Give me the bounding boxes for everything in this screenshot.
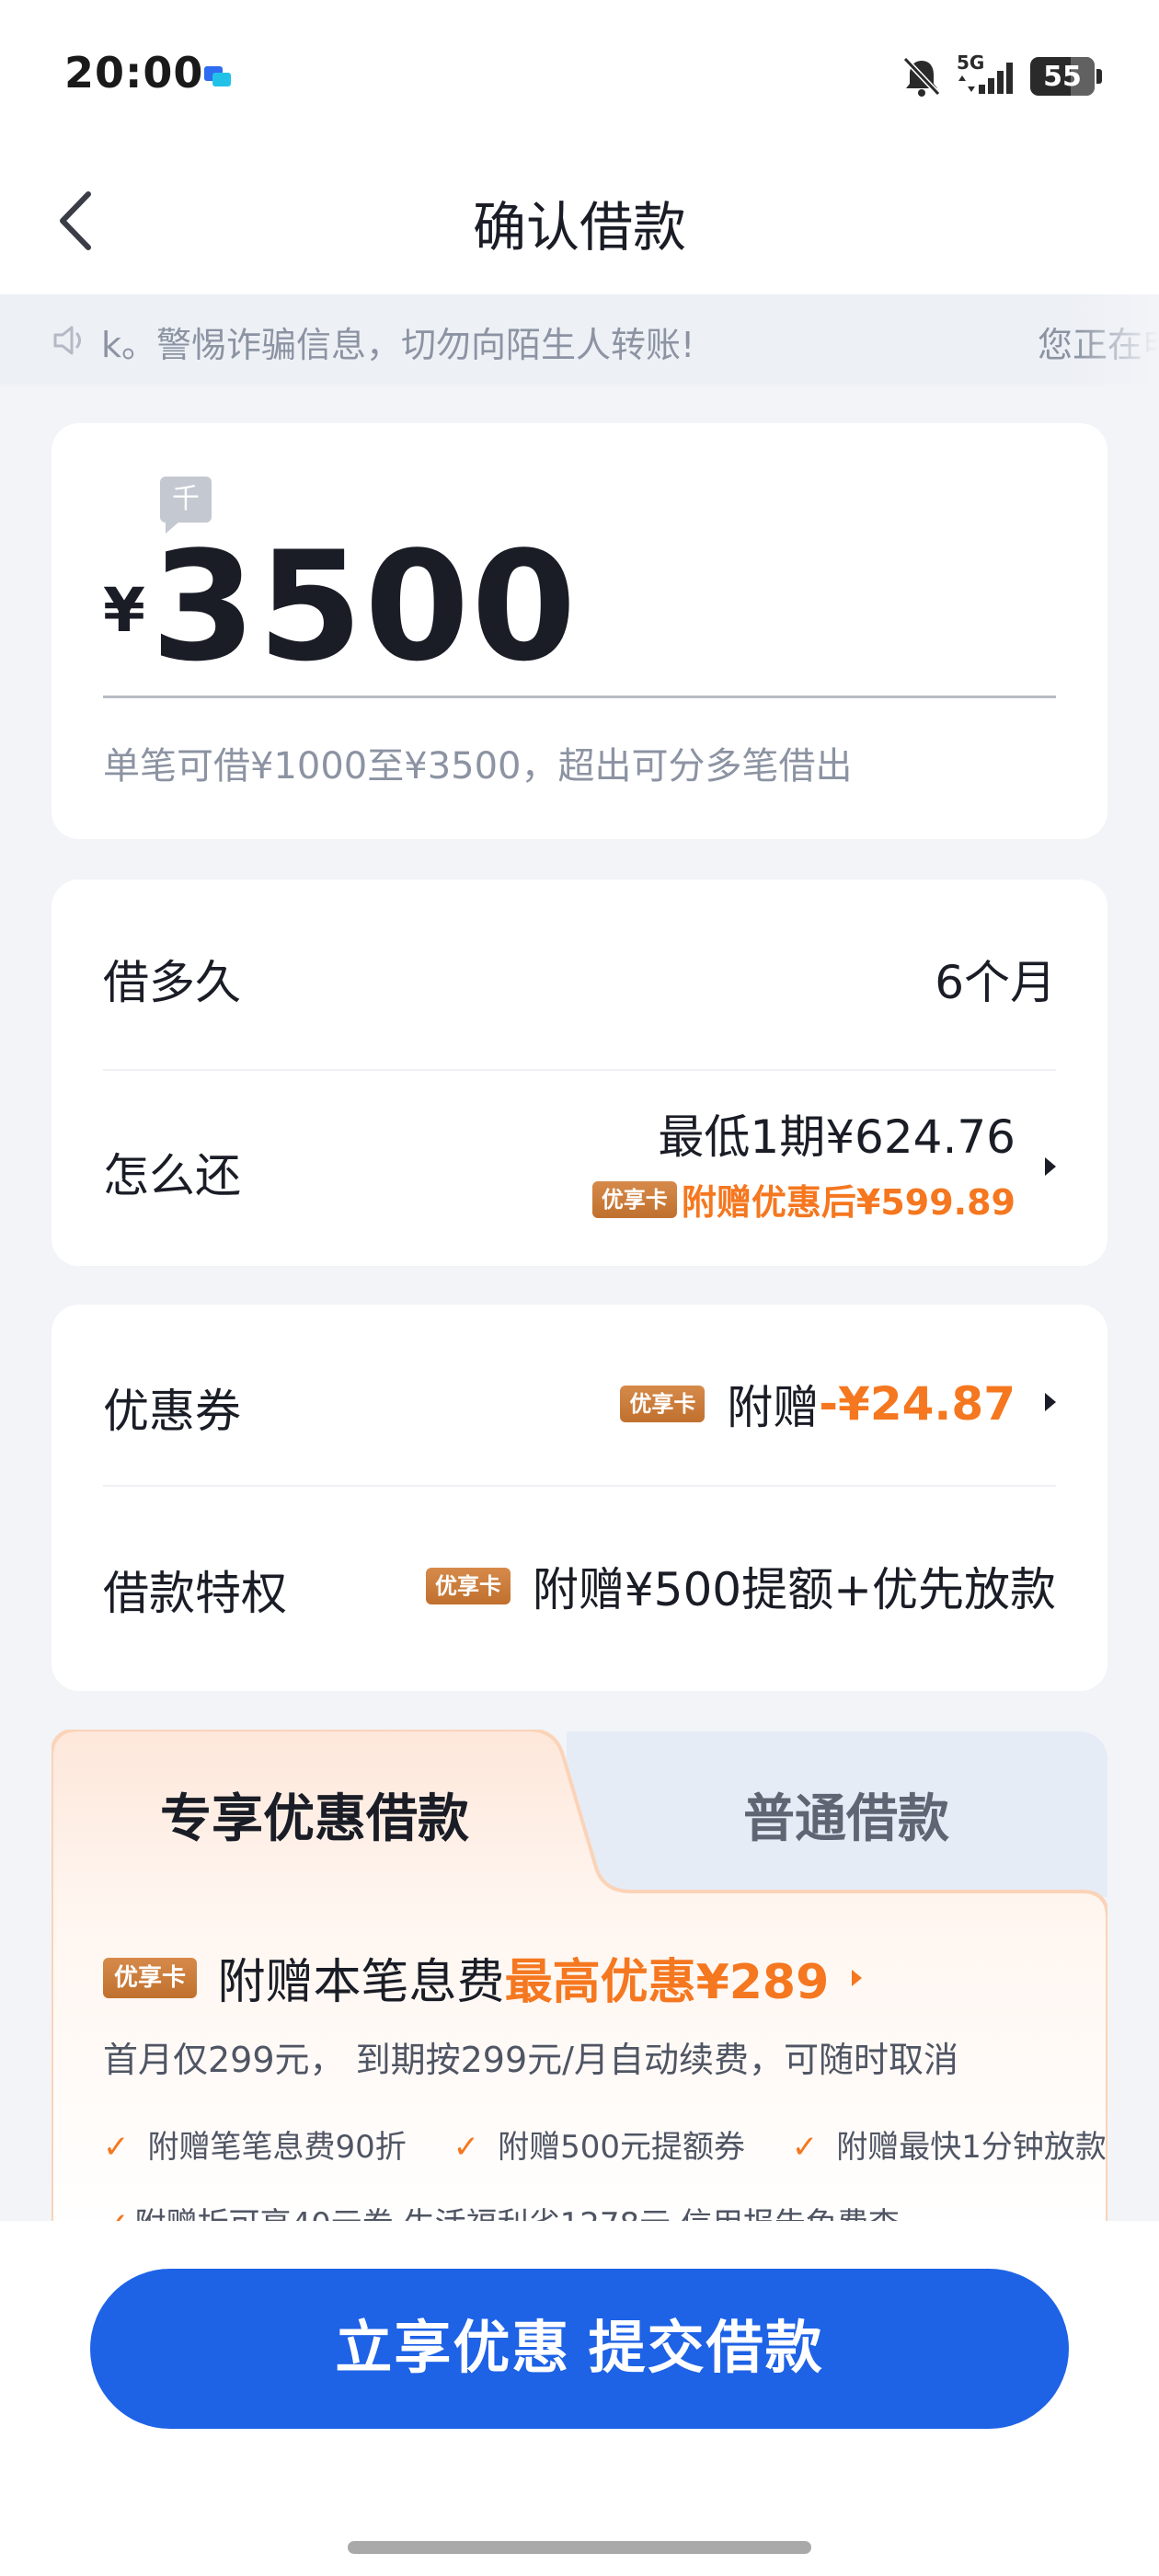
amount-underline [103, 696, 1056, 698]
term-value[interactable]: 6个月 [935, 946, 1056, 1012]
arrow-right-icon [1045, 1393, 1056, 1411]
divider [103, 1485, 1056, 1487]
coupon-card: 优惠券 优享卡 附赠-¥24.87 借款特权 优享卡 附赠¥500提额+优先放款 [52, 1305, 1107, 1691]
promo-title[interactable]: 优享卡 附赠本笔息费最高优惠¥289 [103, 1943, 862, 2012]
loan-type-panel: 专享优惠借款 普通借款 优享卡 附赠本笔息费最高优惠¥289 首月仅299元， … [52, 1730, 1107, 2245]
promo-title-prefix: 附赠本笔息费 [217, 1955, 505, 2010]
repay-plan-row[interactable]: 最低1期¥624.76 优享卡 附赠优惠后¥599.89 [591, 1100, 1056, 1225]
amount-card: 千 ¥ 3500 单笔可借¥1000至¥3500，超出可分多笔借出 [52, 423, 1107, 839]
promo-title-highlight: 最高优惠¥289 [504, 1955, 830, 2010]
loan-terms-card: 借多久 6个月 怎么还 最低1期¥624.76 优享卡 附赠优惠后¥599.89 [52, 880, 1107, 1266]
page-title: 确认借款 [472, 196, 686, 259]
amount-input[interactable]: 3500 [151, 523, 578, 690]
chat-app-icon [204, 66, 231, 86]
submit-loan-button[interactable]: 立享优惠 提交借款 [90, 2269, 1069, 2429]
status-icons: 5G 55 [901, 52, 1102, 99]
youxiang-card-badge: 优享卡 [591, 1180, 677, 1218]
benefit-item: ✓ 附赠最快1分钟放款 [791, 2129, 1107, 2166]
coupon-label: 优惠券 [103, 1385, 241, 1438]
bell-muted-icon [902, 56, 941, 97]
coupon-row[interactable]: 优享卡 附赠-¥24.87 [620, 1371, 1056, 1437]
divider [103, 1069, 1056, 1071]
amount-hint: 单笔可借¥1000至¥3500，超出可分多笔借出 [103, 745, 853, 788]
notice-text: k。警惕诈骗信息，切勿向陌生人转账! [101, 325, 695, 365]
unit-tag-label: 千 [172, 483, 200, 515]
currency-symbol: ¥ [103, 575, 145, 646]
coupon-value: -¥24.87 [819, 1377, 1016, 1431]
unit-tag: 千 [160, 477, 212, 534]
check-icon: ✓ [453, 2129, 480, 2166]
status-time: 20:00 [64, 48, 204, 98]
privilege-row: 优享卡 附赠¥500提额+优先放款 [425, 1553, 1056, 1619]
home-indicator[interactable] [348, 2541, 811, 2554]
term-label: 借多久 [103, 956, 241, 1009]
notice-bar[interactable]: k。警惕诈骗信息，切勿向陌生人转账! 您正在申 [0, 294, 1159, 385]
repay-discount-line: 优享卡 附赠优惠后¥599.89 [591, 1174, 1056, 1225]
benefits-list: ✓ 附赠笔笔息费90折 ✓ 附赠500元提额券 ✓ 附赠最快1分钟放款 [103, 2122, 1143, 2167]
privilege-label: 借款特权 [103, 1567, 287, 1620]
tab-exclusive-loan[interactable]: 专享优惠借款 [160, 1777, 469, 1852]
promo-subtitle: 首月仅299元， 到期按299元/月自动续费，可随时取消 [103, 2040, 958, 2080]
nav-bar: 确认借款 [0, 156, 1159, 294]
check-icon: ✓ [791, 2129, 819, 2166]
repay-discount: 附赠优惠后¥599.89 [681, 1182, 1016, 1223]
youxiang-card-badge: 优享卡 [425, 1568, 511, 1604]
youxiang-card-badge: 优享卡 [103, 1957, 198, 1998]
battery-level: 55 [1043, 60, 1082, 93]
signal-icon: 5G [957, 52, 1016, 98]
arrow-right-icon [1045, 1157, 1056, 1176]
battery-icon: 55 [1030, 57, 1102, 96]
privilege-value: 附赠¥500提额+优先放款 [532, 1563, 1056, 1616]
youxiang-card-badge: 优享卡 [620, 1386, 706, 1422]
bottom-bar: 立享优惠 提交借款 [0, 2221, 1159, 2576]
tab-normal-loan[interactable]: 普通借款 [743, 1777, 949, 1852]
repay-label: 怎么还 [103, 1149, 241, 1202]
coupon-prefix: 附赠 [727, 1381, 820, 1434]
check-icon: ✓ [103, 2129, 130, 2166]
arrow-right-icon [851, 1969, 862, 1986]
benefit-item: ✓ 附赠笔笔息费90折 [103, 2129, 407, 2166]
status-bar: 20:00 5G 55 [0, 0, 1159, 156]
speaker-icon [53, 326, 81, 355]
benefit-item: ✓ 附赠500元提额券 [453, 2129, 745, 2166]
repay-min: 最低1期¥624.76 [658, 1110, 1016, 1164]
